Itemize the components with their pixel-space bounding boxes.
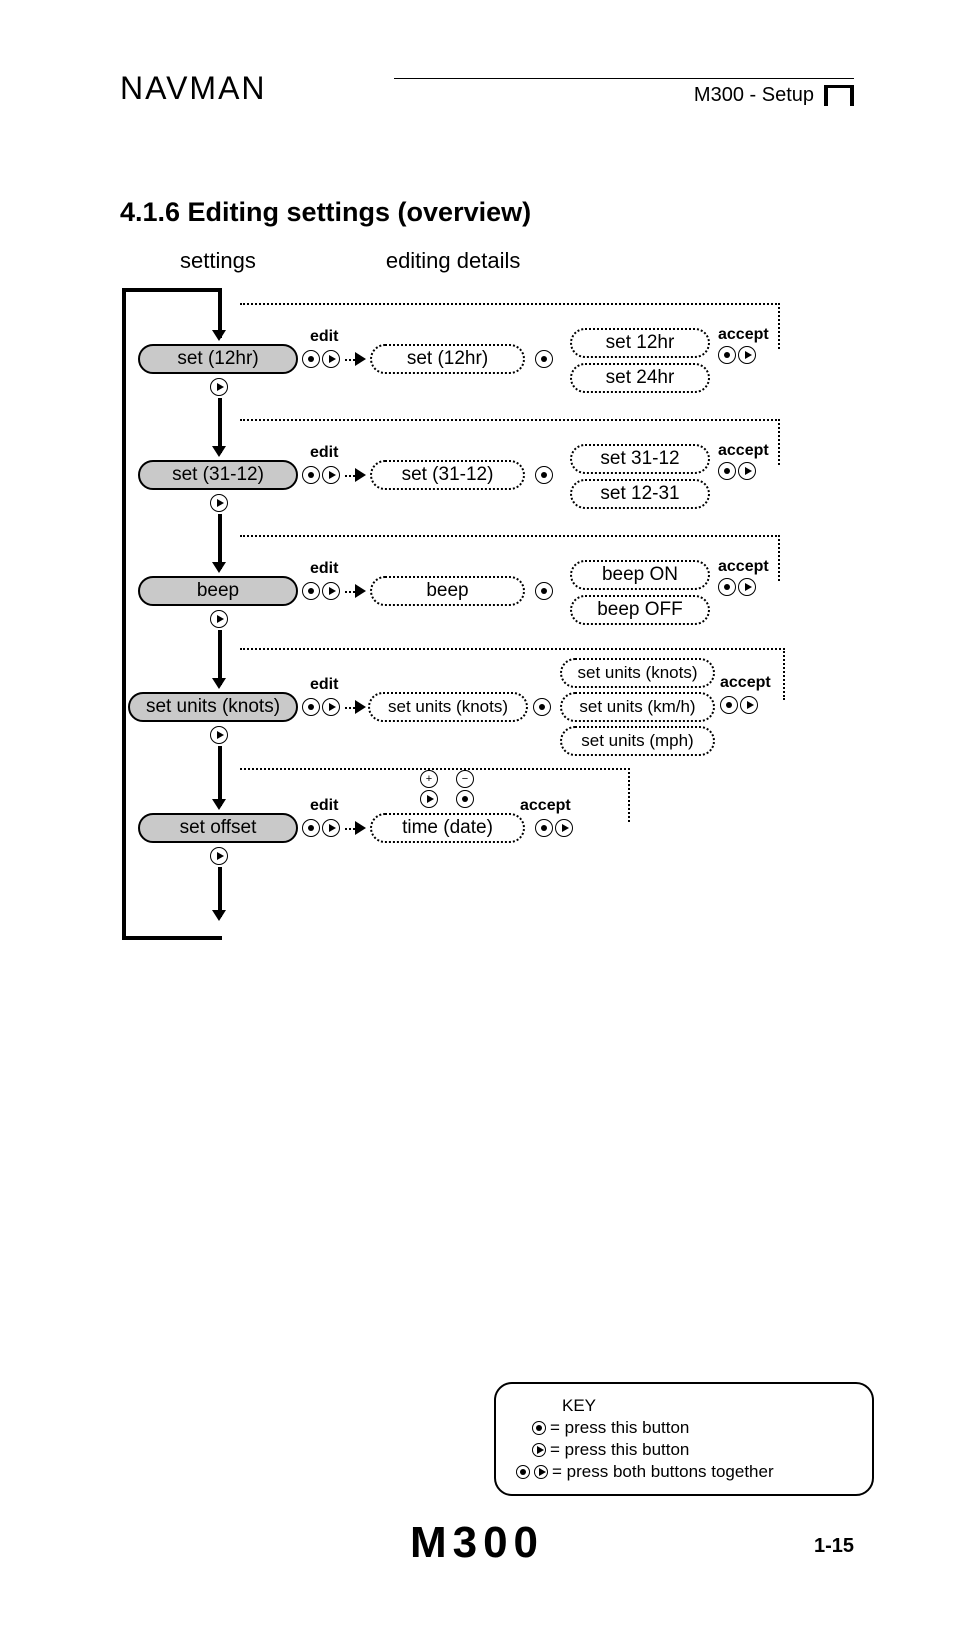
button-pair-icon	[302, 350, 340, 368]
dot-button-icon	[532, 1421, 546, 1435]
column-header-settings: settings	[180, 248, 256, 274]
footer-model: M300	[410, 1518, 544, 1568]
dot-button-icon	[535, 582, 553, 600]
option-pill: set 12-31	[570, 479, 710, 509]
key-row: = press this button	[532, 1418, 854, 1438]
dot-button-icon	[533, 698, 551, 716]
breadcrumb: M300 - Setup	[694, 84, 814, 107]
option-pill: set 24hr	[570, 363, 710, 393]
button-pair-icon	[302, 698, 340, 716]
dot-button-icon	[535, 466, 553, 484]
section-title: 4.1.6 Editing settings (overview)	[120, 197, 854, 228]
column-header-details: editing details	[386, 248, 521, 274]
play-button-icon	[210, 378, 228, 396]
page-number: 1-15	[814, 1535, 854, 1558]
header-right: M300 - Setup	[394, 78, 854, 107]
dot-button-icon	[535, 350, 553, 368]
option-pill: set units (mph)	[560, 726, 715, 756]
play-button-icon	[210, 610, 228, 628]
play-button-icon	[322, 350, 340, 368]
play-button-icon	[210, 494, 228, 512]
button-pair-icon	[302, 466, 340, 484]
dot-button-icon	[516, 1465, 530, 1479]
page-header: NAVMAN M300 - Setup	[120, 70, 854, 107]
flowchart-diagram: settings editing details set (12hr) edit…	[120, 248, 860, 968]
button-pair-icon	[302, 582, 340, 600]
key-title: KEY	[562, 1396, 854, 1416]
brand-logo: NAVMAN	[120, 70, 267, 107]
key-row: = press this button	[532, 1440, 854, 1460]
play-button-icon	[210, 847, 228, 865]
play-button-icon	[532, 1443, 546, 1457]
key-legend: KEY = press this button = press this but…	[494, 1382, 874, 1496]
key-row: = press both buttons together	[516, 1462, 854, 1482]
play-button-icon	[534, 1465, 548, 1479]
up-icon	[824, 85, 854, 106]
play-button-icon	[210, 726, 228, 744]
dot-button-icon	[302, 350, 320, 368]
option-pill: beep OFF	[570, 595, 710, 625]
